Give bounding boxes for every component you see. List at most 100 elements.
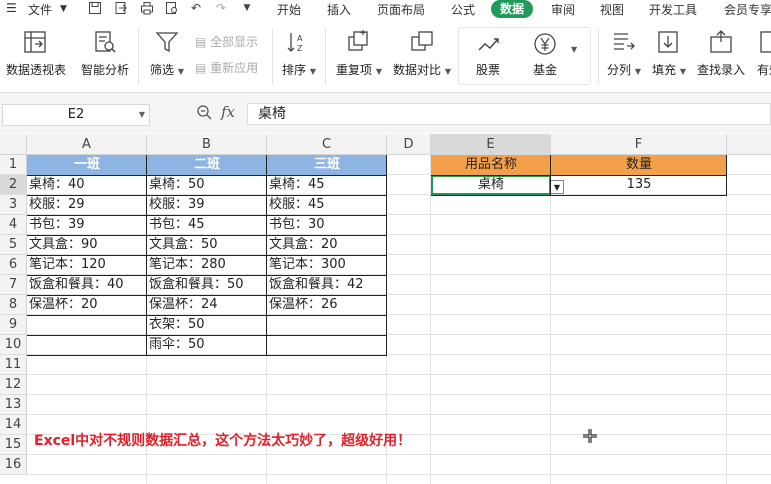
- column-header-c[interactable]: C: [267, 134, 387, 155]
- table-cell[interactable]: 文具盒：20: [267, 235, 387, 255]
- fill-label[interactable]: 填充 ▼: [652, 61, 686, 78]
- reapply-button[interactable]: ▤ 重新应用: [195, 59, 258, 76]
- file-menu[interactable]: 文件: [28, 1, 52, 18]
- table-cell[interactable]: 书包：30: [267, 215, 387, 235]
- duplicates-label[interactable]: 重复项 ▼: [336, 61, 382, 78]
- row-header-9[interactable]: 9: [0, 315, 27, 335]
- tab-review[interactable]: 审阅: [551, 1, 575, 18]
- table-cell[interactable]: 保温杯：20: [27, 295, 147, 315]
- header-class-3[interactable]: 三班: [267, 155, 387, 175]
- column-header-a[interactable]: A: [27, 134, 147, 155]
- header-item-name[interactable]: 用品名称: [431, 155, 551, 175]
- save-icon[interactable]: [88, 1, 102, 15]
- row-header-15[interactable]: 15: [0, 435, 27, 455]
- row-header-16[interactable]: 16: [0, 455, 27, 475]
- print-preview-icon[interactable]: [165, 1, 179, 15]
- tab-insert[interactable]: 插入: [327, 1, 351, 18]
- table-cell[interactable]: [27, 315, 147, 335]
- tab-formulas[interactable]: 公式: [451, 1, 475, 18]
- formula-input[interactable]: 桌椅: [247, 103, 771, 125]
- table-cell[interactable]: 文具盒：50: [147, 235, 267, 255]
- column-header-d[interactable]: D: [387, 134, 431, 155]
- row-header-13[interactable]: 13: [0, 395, 27, 415]
- pivot-table-button[interactable]: [22, 29, 48, 55]
- tab-member[interactable]: 会员专享: [724, 1, 771, 18]
- row-header-11[interactable]: 11: [0, 355, 27, 375]
- table-cell[interactable]: [267, 315, 387, 335]
- table-cell[interactable]: 笔记本：120: [27, 255, 147, 275]
- table-cell[interactable]: 笔记本：300: [267, 255, 387, 275]
- table-cell[interactable]: 校服：39: [147, 195, 267, 215]
- data-compare-label[interactable]: 数据对比 ▼: [393, 61, 451, 78]
- table-cell[interactable]: 桌椅：50: [147, 175, 267, 195]
- table-cell[interactable]: 桌椅：45: [267, 175, 387, 195]
- row-header-7[interactable]: 7: [0, 275, 27, 295]
- stock-button[interactable]: [476, 31, 502, 57]
- sort-button[interactable]: A Z: [284, 29, 310, 55]
- header-class-2[interactable]: 二班: [147, 155, 267, 175]
- table-cell[interactable]: 保温杯：24: [147, 295, 267, 315]
- validity-label[interactable]: 有效: [757, 61, 771, 78]
- name-box[interactable]: E2 ▼: [2, 104, 150, 126]
- quick-access-chevron-icon[interactable]: ▼: [240, 1, 254, 15]
- row-header-1[interactable]: 1: [0, 155, 27, 175]
- table-cell[interactable]: 笔记本：280: [147, 255, 267, 275]
- validity-button[interactable]: [758, 29, 771, 59]
- row-header-5[interactable]: 5: [0, 235, 27, 255]
- print-icon[interactable]: [140, 1, 154, 15]
- pivot-table-label[interactable]: 数据透视表: [6, 61, 66, 78]
- cell-f2[interactable]: 135: [551, 175, 727, 195]
- row-header-8[interactable]: 8: [0, 295, 27, 315]
- split-column-button[interactable]: [611, 29, 637, 55]
- table-cell[interactable]: 桌椅：40: [27, 175, 147, 195]
- smart-analysis-button[interactable]: [92, 29, 118, 55]
- name-box-chevron-icon[interactable]: ▼: [139, 105, 145, 125]
- column-header-f[interactable]: F: [551, 134, 727, 155]
- data-compare-button[interactable]: [409, 29, 435, 55]
- lookup-entry-button[interactable]: [708, 29, 734, 55]
- tab-view[interactable]: 视图: [600, 1, 624, 18]
- split-column-label[interactable]: 分列 ▼: [607, 61, 641, 78]
- table-cell[interactable]: 校服：45: [267, 195, 387, 215]
- stock-label[interactable]: 股票: [476, 61, 500, 78]
- table-cell[interactable]: 饭盒和餐具：40: [27, 275, 147, 295]
- row-header-14[interactable]: 14: [0, 415, 27, 435]
- table-cell[interactable]: 书包：39: [27, 215, 147, 235]
- stock-fund-dropdown-icon[interactable]: ▼: [571, 41, 577, 55]
- table-cell[interactable]: 保温杯：26: [267, 295, 387, 315]
- header-quantity[interactable]: 数量: [551, 155, 727, 175]
- smart-analysis-label[interactable]: 智能分析: [81, 61, 129, 78]
- filter-label[interactable]: 筛选 ▼: [150, 61, 184, 78]
- redo-icon[interactable]: ↷: [214, 1, 228, 15]
- duplicates-button[interactable]: [345, 29, 371, 55]
- table-cell[interactable]: 校服：29: [27, 195, 147, 215]
- fund-button[interactable]: [532, 31, 558, 57]
- row-header-4[interactable]: 4: [0, 215, 27, 235]
- tab-developer[interactable]: 开发工具: [649, 1, 697, 18]
- row-header-6[interactable]: 6: [0, 255, 27, 275]
- header-class-1[interactable]: 一班: [27, 155, 147, 175]
- filter-button[interactable]: [154, 29, 180, 55]
- row-header-2[interactable]: 2: [0, 175, 27, 195]
- row-header-3[interactable]: 3: [0, 195, 27, 215]
- show-all-button[interactable]: ▤ 全部显示: [195, 33, 258, 50]
- tab-home[interactable]: 开始: [277, 1, 301, 18]
- table-cell[interactable]: 书包：45: [147, 215, 267, 235]
- lookup-entry-label[interactable]: 查找录入: [697, 61, 745, 78]
- table-cell[interactable]: [267, 335, 387, 355]
- table-cell[interactable]: 文具盒：90: [27, 235, 147, 255]
- zoom-formula-icon[interactable]: [196, 104, 212, 124]
- row-header-12[interactable]: 12: [0, 375, 27, 395]
- sort-label[interactable]: 排序 ▼: [282, 61, 316, 78]
- file-menu-chevron-icon[interactable]: ▼: [60, 4, 67, 14]
- fill-button[interactable]: [655, 29, 681, 55]
- table-cell[interactable]: 雨伞：50: [147, 335, 267, 355]
- undo-icon[interactable]: ↶: [189, 1, 203, 15]
- fx-icon[interactable]: fx: [221, 103, 235, 121]
- column-header-b[interactable]: B: [147, 134, 267, 155]
- export-icon[interactable]: [114, 1, 128, 15]
- cell-e2-selected[interactable]: 桌椅: [431, 175, 551, 195]
- table-cell[interactable]: 饭盒和餐具：42: [267, 275, 387, 295]
- column-header-e[interactable]: E: [431, 134, 551, 155]
- table-cell[interactable]: [27, 335, 147, 355]
